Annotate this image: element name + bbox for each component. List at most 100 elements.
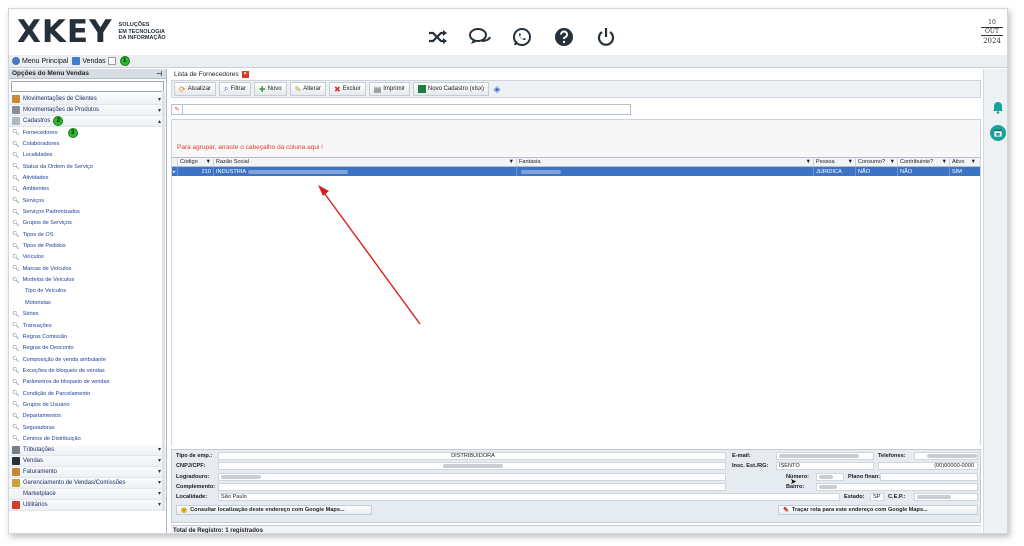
filter-arrow-icon[interactable]: ▼ bbox=[889, 159, 895, 165]
sidebar-item[interactable]: 🔍︎ Centros de Distribuição bbox=[9, 433, 166, 444]
chevron-down-icon: ▾ bbox=[157, 480, 161, 487]
sidebar-item[interactable]: 🔍︎ Exceções de bloqueio de vendas bbox=[9, 365, 166, 376]
column-header-codigo[interactable]: Código ▼ bbox=[178, 158, 214, 166]
sidebar-item[interactable]: 🔍︎ Marcas de Veículos bbox=[9, 263, 166, 274]
tab-vendas[interactable]: Vendas bbox=[72, 57, 116, 65]
sidebar-item[interactable]: 🔍︎ Atividades bbox=[9, 172, 166, 183]
sidebar-item[interactable]: 🔍︎ Serviços bbox=[9, 195, 166, 206]
sidebar-item[interactable]: 🔍︎ Regras de Desconto bbox=[9, 343, 166, 354]
sidebar-item-label: Status da Ordem de Serviço bbox=[22, 163, 93, 170]
group-movimentacoes-produtos[interactable]: Movimentações de Produtos ▾ bbox=[9, 105, 166, 116]
app-header: XKEY SOLUÇÕES EM TECNOLOGIA DA INFORMAÇÃ… bbox=[9, 9, 1007, 55]
chat-icon[interactable] bbox=[469, 26, 491, 48]
quick-filter-input[interactable]: ✎ bbox=[171, 104, 631, 115]
sidebar-item[interactable]: 🔍︎ Status da Ordem de Serviço bbox=[9, 161, 166, 172]
cep-label: C.E.P.: bbox=[888, 494, 906, 500]
sidebar-item[interactable]: 🔍︎ Condição de Parcelamento bbox=[9, 388, 166, 399]
filter-arrow-icon[interactable]: ▼ bbox=[805, 159, 811, 165]
column-header-pessoa[interactable]: Pessoa ▼ bbox=[814, 158, 856, 166]
excel-icon bbox=[417, 85, 426, 93]
close-icon[interactable]: × bbox=[241, 70, 249, 78]
sidebar-item[interactable]: Tipo de Veículos bbox=[9, 286, 166, 297]
group-label: Utilitários bbox=[23, 501, 48, 508]
excluir-label: Excluir bbox=[342, 86, 361, 92]
sidebar-group[interactable]: Gerenciamento de Vendas/Comissões ▾ bbox=[9, 477, 166, 489]
bell-icon[interactable] bbox=[990, 99, 1006, 115]
sidebar-item[interactable]: 🔍︎ Serviços Padronizados bbox=[9, 206, 166, 217]
sidebar-item[interactable]: 🔍︎ Tipos de OS bbox=[9, 229, 166, 240]
excluir-button[interactable]: ✖ Excluir bbox=[328, 82, 366, 96]
col-label: Contribuinte? bbox=[900, 159, 934, 165]
sidebar-item[interactable]: 🔍︎ Regras Comissão bbox=[9, 331, 166, 342]
novo-button[interactable]: ✚ Novo bbox=[253, 82, 287, 96]
search-icon: 🔍︎ bbox=[12, 334, 20, 341]
col-label: Fantasia bbox=[519, 159, 541, 165]
sidebar-item[interactable]: 🔍︎ Composição de venda ambulante bbox=[9, 354, 166, 365]
sidebar-item[interactable]: 🔍︎ Veículos bbox=[9, 252, 166, 263]
tracar-rota-button[interactable]: ✎ Traçar rota para este endereço com Goog… bbox=[778, 505, 978, 515]
filtrar-button[interactable]: ⌕ Filtrar bbox=[219, 82, 251, 96]
sidebar-item[interactable]: 🔍︎ Localidades bbox=[9, 150, 166, 161]
column-header-contribuinte[interactable]: Contribuinte? ▼ bbox=[898, 158, 950, 166]
column-header-razao-social[interactable]: Razão Social ▼ bbox=[214, 158, 517, 166]
sidebar-search-input[interactable] bbox=[11, 81, 164, 92]
mouse-cursor-icon: ➤ bbox=[790, 477, 797, 486]
group-movimentacoes-clientes[interactable]: Movimentações de Clientes ▾ bbox=[9, 94, 166, 105]
help-icon[interactable] bbox=[553, 26, 575, 48]
sidebar-item[interactable]: 🔍︎ Parâmetros de bloqueio de vendas bbox=[9, 377, 166, 388]
atualizar-button[interactable]: ⟳ Atualizar bbox=[174, 82, 217, 96]
sidebar-item[interactable]: 🔍︎ Transações bbox=[9, 320, 166, 331]
sidebar-item[interactable]: 🔍︎ Departamentos bbox=[9, 411, 166, 422]
filter-arrow-icon[interactable]: ▼ bbox=[941, 159, 947, 165]
sidebar-group[interactable]: Vendas ▾ bbox=[9, 455, 166, 467]
column-header-ativo[interactable]: Ativo ▼ bbox=[950, 158, 978, 166]
imprimir-button[interactable]: ▤ Imprimir bbox=[368, 82, 410, 96]
cadastros-item-list: 🔍︎ Fornecedores: 3 🔍︎ Colaboradores 🔍︎ Localid… bbox=[9, 127, 166, 445]
novo-cadastro-xlsx-button[interactable]: Novo Cadastro (xlsx) bbox=[412, 82, 489, 96]
sidebar-group[interactable]: Utilitários ▾ bbox=[9, 499, 166, 511]
whatsapp-icon[interactable] bbox=[511, 26, 533, 48]
filter-arrow-icon[interactable]: ▼ bbox=[205, 159, 211, 165]
imprimir-label: Imprimir bbox=[383, 86, 405, 92]
sidebar-scrollbar[interactable] bbox=[162, 91, 165, 511]
sidebar-item[interactable]: 🔍︎ Colaboradores bbox=[9, 138, 166, 149]
sidebar-item[interactable]: Motoristas bbox=[9, 297, 166, 308]
shuffle-icon[interactable] bbox=[427, 26, 449, 48]
sidebar-item[interactable]: 🔍︎ Grupos de Serviços bbox=[9, 218, 166, 229]
column-header-consumo[interactable]: Consumo? ▼ bbox=[856, 158, 898, 166]
settings-diamond-icon[interactable]: ◈ bbox=[492, 84, 502, 94]
sidebar-group[interactable]: Tributações ▾ bbox=[9, 444, 166, 456]
pin-icon[interactable]: ⊣ bbox=[156, 70, 162, 78]
filter-arrow-icon[interactable]: ▼ bbox=[847, 159, 853, 165]
sidebar-item-label: Tipos de Pedidos bbox=[22, 243, 66, 250]
table-row[interactable]: ▸ 210 INDUSTRIA JURIDICA NÃO NÃO SIM bbox=[172, 167, 980, 176]
sidebar-item[interactable]: 🔍︎ Grupos de Usuário bbox=[9, 399, 166, 410]
filter-clear-icon[interactable]: ✎ bbox=[172, 105, 183, 114]
tab-menu-principal[interactable]: Menu Principal bbox=[12, 57, 68, 65]
chevron-down-icon: ▾ bbox=[157, 458, 161, 465]
annotation-arrow bbox=[318, 185, 421, 325]
document-tab[interactable]: Lista de Fornecedores × bbox=[171, 69, 252, 79]
sidebar-item[interactable]: 🔍︎ Fornecedores: 3 bbox=[9, 127, 166, 138]
filter-arrow-icon[interactable]: ▼ bbox=[508, 159, 514, 165]
sidebar-item-label: Regras de Desconto bbox=[22, 345, 74, 352]
sidebar-item[interactable]: 🔍︎ Modelos de Veículos bbox=[9, 274, 166, 285]
col-label: Razão Social bbox=[216, 159, 249, 165]
alterar-button[interactable]: ✎ Alterar bbox=[289, 82, 326, 96]
sidebar-item[interactable]: 🔍︎ Ambientes bbox=[9, 184, 166, 195]
column-header-fantasia[interactable]: Fantasia ▼ bbox=[517, 158, 814, 166]
sidebar-item[interactable]: 🔍︎ Séries bbox=[9, 309, 166, 320]
calendar-icon[interactable] bbox=[990, 125, 1006, 141]
search-icon: 🔍︎ bbox=[12, 311, 20, 318]
sidebar-item[interactable]: 🔍︎ Seguradoras bbox=[9, 422, 166, 433]
sidebar-group[interactable]: Faturamento ▾ bbox=[9, 466, 166, 478]
sidebar-item[interactable]: 🔍︎ Tipos de Pedidos bbox=[9, 240, 166, 251]
sidebar-item-label: Marcas de Veículos bbox=[22, 265, 72, 272]
group-cadastros[interactable]: Cadastros 2 ▴ bbox=[9, 116, 166, 127]
tab-close-icon[interactable] bbox=[107, 57, 116, 65]
sidebar-group[interactable]: Marketplace ▾ bbox=[9, 488, 166, 500]
filter-arrow-icon[interactable]: ▼ bbox=[970, 159, 976, 165]
power-icon[interactable] bbox=[595, 26, 617, 48]
consultar-maps-button[interactable]: ◉ Consultar localização deste endereço co… bbox=[176, 505, 372, 515]
col-label: Ativo bbox=[952, 159, 965, 165]
